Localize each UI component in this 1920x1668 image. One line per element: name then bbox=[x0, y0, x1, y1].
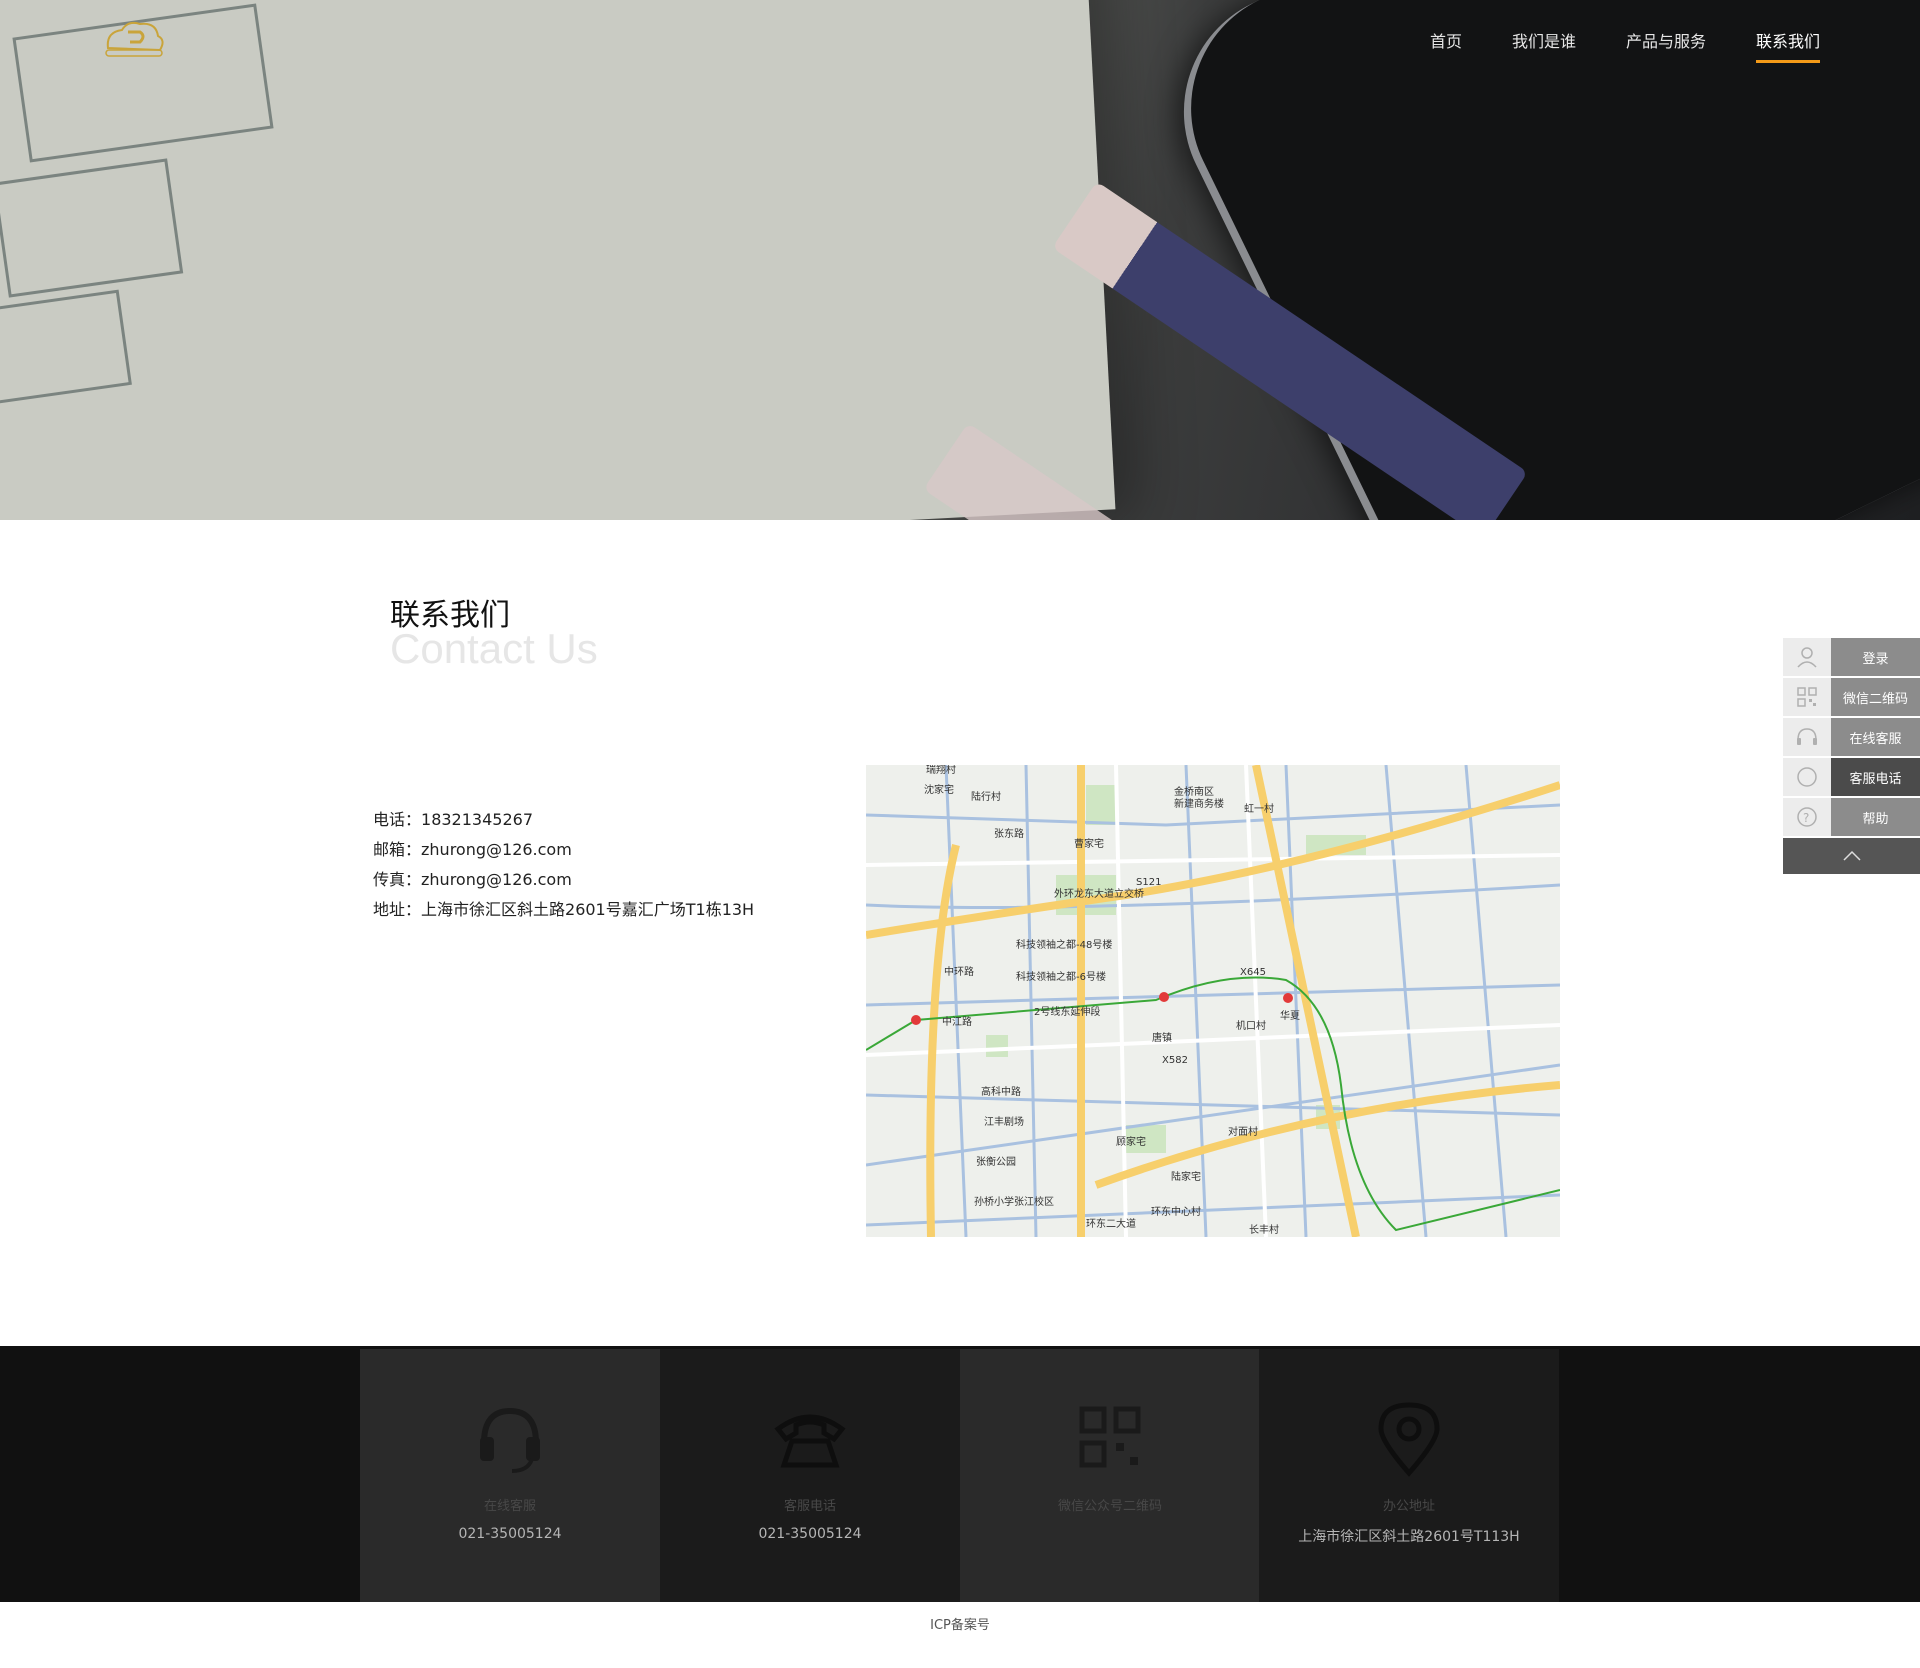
qrcode-icon bbox=[1079, 1406, 1141, 1468]
hero-phone bbox=[1150, 0, 1920, 520]
side-wechat-label: 微信二维码 bbox=[1831, 678, 1920, 716]
hero-sketch-box bbox=[0, 158, 184, 298]
chevron-up-icon bbox=[1842, 850, 1861, 861]
map-label: 虹一村 bbox=[1244, 802, 1274, 815]
footer-card-label: 在线客服 bbox=[483, 1499, 536, 1514]
email-label: 邮箱： bbox=[373, 840, 422, 859]
fax-row: 传真：zhurong@126.com bbox=[373, 865, 754, 895]
footer-card-wechat-qrcode[interactable]: 微信公众号二维码 bbox=[960, 1349, 1260, 1602]
side-wechat-qrcode[interactable]: 微信二维码 bbox=[1783, 678, 1920, 716]
email-value: zhurong@126.com bbox=[421, 840, 572, 859]
map-label: 外环龙东大道立交桥 bbox=[1054, 887, 1144, 900]
headset-icon bbox=[1783, 718, 1831, 756]
svg-text:?: ? bbox=[1803, 811, 1809, 825]
side-help[interactable]: ? 帮助 bbox=[1783, 798, 1920, 836]
map-label: X645 bbox=[1240, 967, 1266, 978]
map-label: 沈家宅 bbox=[924, 783, 954, 796]
user-icon bbox=[1783, 638, 1831, 676]
footer-card-value: 021-35005124 bbox=[458, 1526, 562, 1542]
nav-contact[interactable]: 联系我们 bbox=[1755, 28, 1820, 63]
map-label: S121 bbox=[1136, 877, 1161, 888]
map-label: 中江路 bbox=[942, 1015, 972, 1028]
footer: 在线客服 021-35005124 客服电话 021-35005124 微信公众… bbox=[0, 1346, 1920, 1602]
map-label: 科技领袖之都-48号楼 bbox=[1016, 938, 1112, 951]
footer-card-office-address[interactable]: 办公地址 上海市徐汇区斜土路2601号T113H bbox=[1259, 1349, 1559, 1602]
side-help-label: 帮助 bbox=[1831, 798, 1920, 836]
main-nav: 首页 我们是谁 产品与服务 联系我们 bbox=[1380, 28, 1820, 63]
fax-label: 传真： bbox=[373, 870, 422, 889]
question-icon: ? bbox=[1783, 798, 1831, 836]
address-value: 上海市徐汇区斜土路2601号嘉汇广场T1栋13H bbox=[421, 900, 755, 919]
map-label: 高科中路 bbox=[981, 1085, 1021, 1098]
map-label: X582 bbox=[1162, 1055, 1188, 1066]
map-label: 陆行村 bbox=[971, 790, 1001, 803]
nav-products[interactable]: 产品与服务 bbox=[1626, 28, 1706, 63]
map-label: 对面村 bbox=[1228, 1125, 1258, 1138]
map-label: 孙桥小学张江校区 bbox=[974, 1195, 1054, 1208]
footer-card-online-service[interactable]: 在线客服 021-35005124 bbox=[360, 1349, 660, 1602]
headset-icon bbox=[480, 1407, 540, 1473]
footer-card-value: 上海市徐汇区斜土路2601号T113H bbox=[1298, 1529, 1520, 1545]
hero-banner: 首页 我们是谁 产品与服务 联系我们 bbox=[0, 0, 1920, 520]
map-label: 金桥南区 bbox=[1174, 785, 1214, 798]
map-label: 瑞翔村 bbox=[926, 765, 956, 776]
map-label: 2号线东延伸段 bbox=[1034, 1005, 1100, 1018]
phone-value: 18321345267 bbox=[421, 810, 533, 829]
map-label: 机口村 bbox=[1236, 1019, 1266, 1032]
side-online-service[interactable]: 在线客服 bbox=[1783, 718, 1920, 756]
side-toolbar: 登录 微信二维码 在线客服 客服电话 ? 帮助 bbox=[1783, 638, 1920, 874]
icp-record[interactable]: ICP备案号 bbox=[0, 1614, 1920, 1633]
side-login-label: 登录 bbox=[1831, 638, 1920, 676]
side-service-phone-label: 客服电话 bbox=[1831, 758, 1920, 796]
email-row: 邮箱：zhurong@126.com bbox=[373, 835, 754, 865]
qrcode-icon bbox=[1783, 678, 1831, 716]
contact-title-en: Contact Us bbox=[390, 625, 598, 672]
phone-label: 电话： bbox=[373, 810, 422, 829]
map-label: 长丰村 bbox=[1249, 1223, 1279, 1236]
map-label: 环东二大道 bbox=[1086, 1217, 1136, 1230]
nav-about[interactable]: 我们是谁 bbox=[1512, 28, 1576, 63]
map-label: 科技领袖之都-6号楼 bbox=[1016, 970, 1106, 983]
map-label: 陆家宅 bbox=[1171, 1170, 1201, 1183]
map-label: 张东路 bbox=[994, 827, 1024, 840]
map-label: 江丰剧场 bbox=[984, 1115, 1024, 1128]
map-label: 中环路 bbox=[944, 965, 974, 978]
map-label: 新建商务楼 bbox=[1174, 797, 1224, 810]
site-logo[interactable] bbox=[100, 18, 168, 62]
footer-card-label: 办公地址 bbox=[1382, 1499, 1435, 1514]
map-label: 唐镇 bbox=[1152, 1031, 1172, 1044]
side-service-phone[interactable]: 客服电话 bbox=[1783, 758, 1920, 796]
footer-card-value: 021-35005124 bbox=[758, 1526, 862, 1542]
nav-home[interactable]: 首页 bbox=[1430, 28, 1462, 63]
footer-card-service-phone[interactable]: 客服电话 021-35005124 bbox=[660, 1349, 960, 1602]
address-label: 地址： bbox=[373, 900, 422, 919]
map-label: 环东中心村 bbox=[1151, 1205, 1201, 1218]
back-to-top-button[interactable] bbox=[1783, 838, 1920, 874]
map-label: 顾家宅 bbox=[1116, 1135, 1146, 1148]
map-canvas: 瑞翔村 沈家宅 陆行村 张东路 曹家宅 金桥南区 新建商务楼 虹一村 外环龙东大… bbox=[866, 765, 1560, 1237]
map-label: 华夏 bbox=[1280, 1009, 1300, 1022]
fax-value: zhurong@126.com bbox=[421, 870, 572, 889]
side-login[interactable]: 登录 bbox=[1783, 638, 1920, 676]
side-online-service-label: 在线客服 bbox=[1831, 718, 1920, 756]
address-row: 地址：上海市徐汇区斜土路2601号嘉汇广场T1栋13H bbox=[373, 895, 754, 925]
map-label: 张衡公园 bbox=[976, 1156, 1016, 1168]
footer-card-label: 客服电话 bbox=[783, 1499, 836, 1514]
contact-info: 电话：18321345267 邮箱：zhurong@126.com 传真：zhu… bbox=[373, 805, 754, 925]
footer-card-label: 微信公众号二维码 bbox=[1057, 1499, 1162, 1514]
map-label: 曹家宅 bbox=[1074, 837, 1104, 850]
location-pin-icon bbox=[1378, 1402, 1440, 1477]
telephone-icon bbox=[774, 1414, 846, 1468]
location-map[interactable]: 瑞翔村 沈家宅 陆行村 张东路 曹家宅 金桥南区 新建商务楼 虹一村 外环龙东大… bbox=[866, 765, 1560, 1237]
phone-row: 电话：18321345267 bbox=[373, 805, 754, 835]
chat-bubble-icon bbox=[1783, 758, 1831, 796]
